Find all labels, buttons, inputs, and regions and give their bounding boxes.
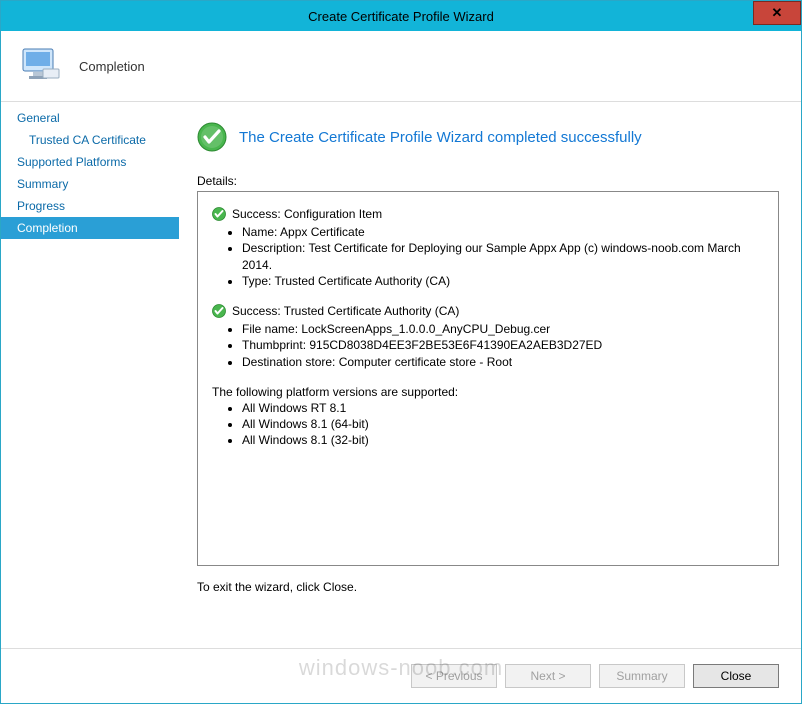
wizard-nav: GeneralTrusted CA CertificateSupported P…: [1, 102, 179, 648]
window-close-button[interactable]: ✕: [753, 1, 801, 25]
details-list-item: Thumbprint: 915CD8038D4EE3F2BE53E6F41390…: [242, 337, 764, 353]
title-bar: Create Certificate Profile Wizard ✕: [1, 1, 801, 31]
details-list: File name: LockScreenApps_1.0.0.0_AnyCPU…: [212, 321, 764, 370]
success-banner: The Create Certificate Profile Wizard co…: [197, 122, 779, 152]
wizard-window: Create Certificate Profile Wizard ✕ Comp…: [0, 0, 802, 704]
details-heading-text: Success: Configuration Item: [232, 206, 382, 222]
details-section-heading: Success: Configuration Item: [212, 206, 764, 222]
platforms-list-item: All Windows 8.1 (64-bit): [242, 416, 764, 432]
wizard-footer: < Previous Next > Summary Close: [1, 648, 801, 703]
platforms-list: All Windows RT 8.1All Windows 8.1 (64-bi…: [212, 400, 764, 449]
nav-item-progress[interactable]: Progress: [1, 195, 179, 217]
success-check-icon: [212, 304, 226, 318]
wizard-body: GeneralTrusted CA CertificateSupported P…: [1, 102, 801, 648]
page-title: Completion: [79, 59, 145, 74]
nav-item-completion[interactable]: Completion: [1, 217, 179, 239]
nav-item-trusted-ca-certificate[interactable]: Trusted CA Certificate: [1, 129, 179, 151]
details-list-item: Name: Appx Certificate: [242, 224, 764, 240]
platforms-list-item: All Windows RT 8.1: [242, 400, 764, 416]
nav-item-supported-platforms[interactable]: Supported Platforms: [1, 151, 179, 173]
wizard-content: The Create Certificate Profile Wizard co…: [179, 102, 801, 648]
details-heading-text: Success: Trusted Certificate Authority (…: [232, 303, 459, 319]
details-list-item: Type: Trusted Certificate Authority (CA): [242, 273, 764, 289]
details-section-heading: Success: Trusted Certificate Authority (…: [212, 303, 764, 319]
details-list-item: Destination store: Computer certificate …: [242, 354, 764, 370]
platforms-list-item: All Windows 8.1 (32-bit): [242, 432, 764, 448]
details-label: Details:: [197, 174, 779, 188]
success-check-icon: [197, 122, 227, 152]
success-message: The Create Certificate Profile Wizard co…: [239, 129, 642, 146]
success-check-icon: [212, 207, 226, 221]
nav-item-summary[interactable]: Summary: [1, 173, 179, 195]
summary-button: Summary: [599, 664, 685, 688]
details-section: Success: Trusted Certificate Authority (…: [212, 303, 764, 370]
details-list-item: Description: Test Certificate for Deploy…: [242, 240, 764, 272]
details-box[interactable]: Success: Configuration Item Name: Appx Ce…: [197, 191, 779, 566]
platforms-intro: The following platform versions are supp…: [212, 384, 764, 400]
computer-icon: [19, 45, 61, 87]
details-list-item: File name: LockScreenApps_1.0.0.0_AnyCPU…: [242, 321, 764, 337]
window-title: Create Certificate Profile Wizard: [1, 9, 801, 24]
wizard-header: Completion: [1, 31, 801, 102]
next-button: Next >: [505, 664, 591, 688]
exit-note: To exit the wizard, click Close.: [197, 580, 779, 594]
details-list: Name: Appx CertificateDescription: Test …: [212, 224, 764, 289]
nav-item-general[interactable]: General: [1, 107, 179, 129]
close-icon: ✕: [772, 5, 783, 21]
details-section: Success: Configuration Item Name: Appx Ce…: [212, 206, 764, 289]
previous-button: < Previous: [411, 664, 497, 688]
close-button[interactable]: Close: [693, 664, 779, 688]
